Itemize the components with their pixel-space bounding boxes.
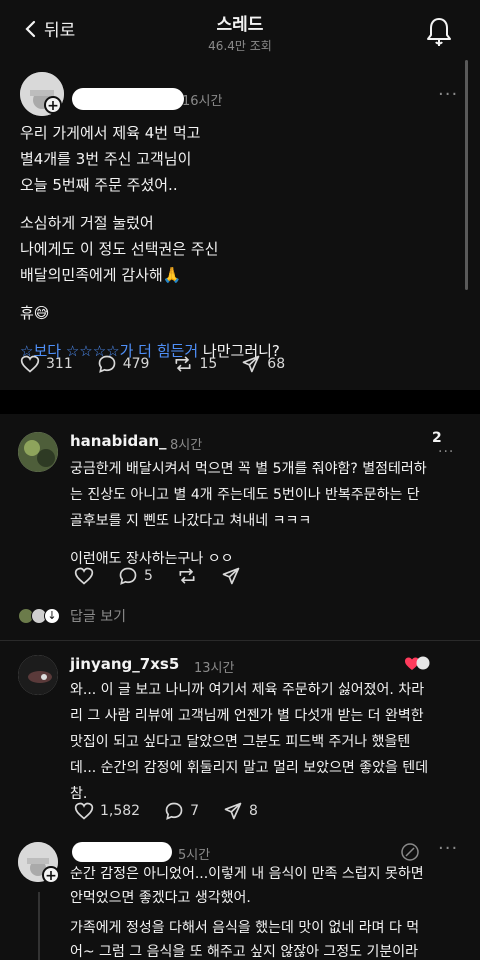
- plus-icon[interactable]: +: [42, 866, 60, 884]
- comment-button[interactable]: 5: [118, 566, 153, 586]
- reply-line: 궁금한게 배달시켜서 먹으면 꼭 별 5개를 줘야함? 별점테러하: [70, 461, 427, 477]
- reply-time: 5시간: [178, 848, 211, 863]
- more-icon[interactable]: ···: [438, 838, 458, 859]
- share-button[interactable]: [221, 566, 241, 586]
- arrow-down-icon: ↓: [44, 608, 60, 624]
- reply-actions: 5: [74, 566, 241, 586]
- reply-actions: 1,582 7 8: [74, 801, 258, 821]
- comment-button[interactable]: 7: [164, 801, 199, 821]
- reply-line: 데... 순간의 감정에 휘둘리지 말고 멀리 보았으면 좋았을 텐데: [70, 760, 429, 776]
- reply-jinyang: jinyang_7xs5 13시간 와... 이 글 보고 나니까 여기서 제육…: [0, 641, 480, 831]
- reply-time: 13시간: [194, 661, 235, 676]
- comment-count: 479: [122, 356, 150, 372]
- edit-icon[interactable]: [400, 842, 420, 862]
- heart-icon: [74, 567, 94, 585]
- share-count: 68: [267, 356, 286, 372]
- username[interactable]: hanabidan_: [70, 432, 167, 450]
- main-post: + 16시간 ··· 우리 가게에서 제육 4번 먹고 별4개를 3번 주신 고…: [0, 60, 480, 390]
- redacted-username: [72, 842, 172, 862]
- reply-line: 가족에게 정성을 다해서 음식을 했는데 맛이 없네 라며 다 먹: [70, 920, 420, 936]
- liked-by-author-icon: [405, 656, 430, 670]
- repost-icon: [175, 356, 191, 372]
- comment-button[interactable]: 479: [97, 354, 150, 374]
- send-icon: [222, 567, 240, 585]
- reply-hanabidan: hanabidan_ 8시간 2 ··· 궁금한게 배달시켜서 먹으면 꼭 별 …: [0, 414, 480, 634]
- reply-body: 궁금한게 배달시켜서 먹으면 꼭 별 5개를 줘야함? 별점테러하 는 진상도 …: [70, 456, 470, 572]
- reply-time: 8시간: [170, 438, 203, 453]
- like-button[interactable]: 311: [20, 354, 73, 374]
- post-line: 소심하게 거절 눌렀어: [20, 214, 154, 232]
- plus-icon[interactable]: +: [44, 96, 62, 114]
- post-time: 16시간: [182, 94, 223, 109]
- like-count: 311: [46, 356, 73, 372]
- view-replies-link[interactable]: 답글 보기: [70, 606, 126, 626]
- repost-icon: [179, 568, 195, 584]
- share-count: 8: [249, 803, 258, 819]
- avatar[interactable]: [18, 432, 58, 472]
- reply-avatars: ↓: [18, 608, 60, 624]
- reply-line: 와... 이 글 보고 나니까 여기서 제육 주문하기 싫어졌어. 차라: [70, 682, 425, 698]
- post-line: 배달의민족에게 감사해🙏: [20, 266, 182, 284]
- top-bar: 뒤로 스레드 46.4만 조회: [0, 0, 480, 60]
- page-title: 스레드: [216, 15, 264, 35]
- heart-icon: [20, 355, 40, 373]
- comment-count: 5: [144, 568, 153, 584]
- title-block: 스레드 46.4만 조회: [0, 10, 480, 54]
- reply-line: 안먹었으면 좋겠다고 생각했어.: [70, 890, 251, 906]
- redacted-username: [72, 88, 184, 110]
- thread-line: [38, 892, 40, 960]
- post-actions: 311 479 15 68: [20, 354, 285, 374]
- post-body: 우리 가게에서 제육 4번 먹고 별4개를 3번 주신 고객님이 오늘 5번째 …: [20, 120, 460, 364]
- reply-line: 는 진상도 아니고 별 4개 주는데도 5번이나 반복주문하는 단: [70, 487, 420, 503]
- more-icon[interactable]: ···: [438, 84, 458, 105]
- separator: [0, 390, 480, 414]
- post-line: 휴😅: [20, 304, 50, 322]
- comment-icon: [98, 355, 116, 373]
- avatar[interactable]: [18, 655, 58, 695]
- reply-line: 리 그 사람 리뷰에 고객님께 언젠가 별 다섯개 받는 더 완벽한: [70, 708, 424, 724]
- send-icon: [224, 802, 242, 820]
- bell-icon[interactable]: [426, 16, 452, 46]
- reply-author: + 5시간 ··· 순간 감정은 아니었어...이렇게 내 음식이 만족 스럽지…: [0, 832, 480, 960]
- view-count: 46.4만 조회: [208, 39, 272, 53]
- send-icon: [242, 355, 260, 373]
- reply-body: 순간 감정은 아니었어...이렇게 내 음식이 만족 스럽지 못하면 안먹었으면…: [70, 862, 470, 960]
- share-button[interactable]: 8: [223, 801, 258, 821]
- post-line: 별4개를 3번 주신 고객님이: [20, 150, 192, 168]
- post-line: 우리 가게에서 제육 4번 먹고: [20, 124, 201, 142]
- repost-button[interactable]: 15: [173, 354, 217, 374]
- repost-button[interactable]: [177, 566, 197, 586]
- reply-line: 맛집이 되고 싶다고 달았으면 그분도 피드백 주거나 했을텐: [70, 734, 411, 750]
- post-line: 나에게도 이 정도 선택권은 주신: [20, 240, 219, 258]
- username[interactable]: jinyang_7xs5: [70, 655, 179, 673]
- comment-icon: [165, 802, 183, 820]
- like-button[interactable]: [74, 566, 94, 586]
- heart-icon: [74, 802, 94, 820]
- comment-icon: [119, 567, 137, 585]
- share-button[interactable]: 68: [241, 354, 285, 374]
- repost-count: 15: [199, 356, 218, 372]
- like-button[interactable]: 1,582: [74, 801, 140, 821]
- reply-line: 순간 감정은 아니었어...이렇게 내 음식이 만족 스럽지 못하면: [70, 866, 424, 882]
- comment-count: 7: [190, 803, 200, 819]
- reply-line: 어~ 그럼 그 음식을 또 해주고 싶지 않잖아 그정도 기분이라: [70, 944, 419, 960]
- reply-body: 와... 이 글 보고 나니까 여기서 제육 주문하기 싫어졌어. 차라 리 그…: [70, 677, 470, 807]
- post-line: 오늘 5번째 주문 주셨어..: [20, 176, 178, 194]
- like-count: 1,582: [100, 803, 141, 819]
- reply-line: 골후보를 지 삔또 나갔다고 쳐내네 ㅋㅋㅋ: [70, 513, 312, 529]
